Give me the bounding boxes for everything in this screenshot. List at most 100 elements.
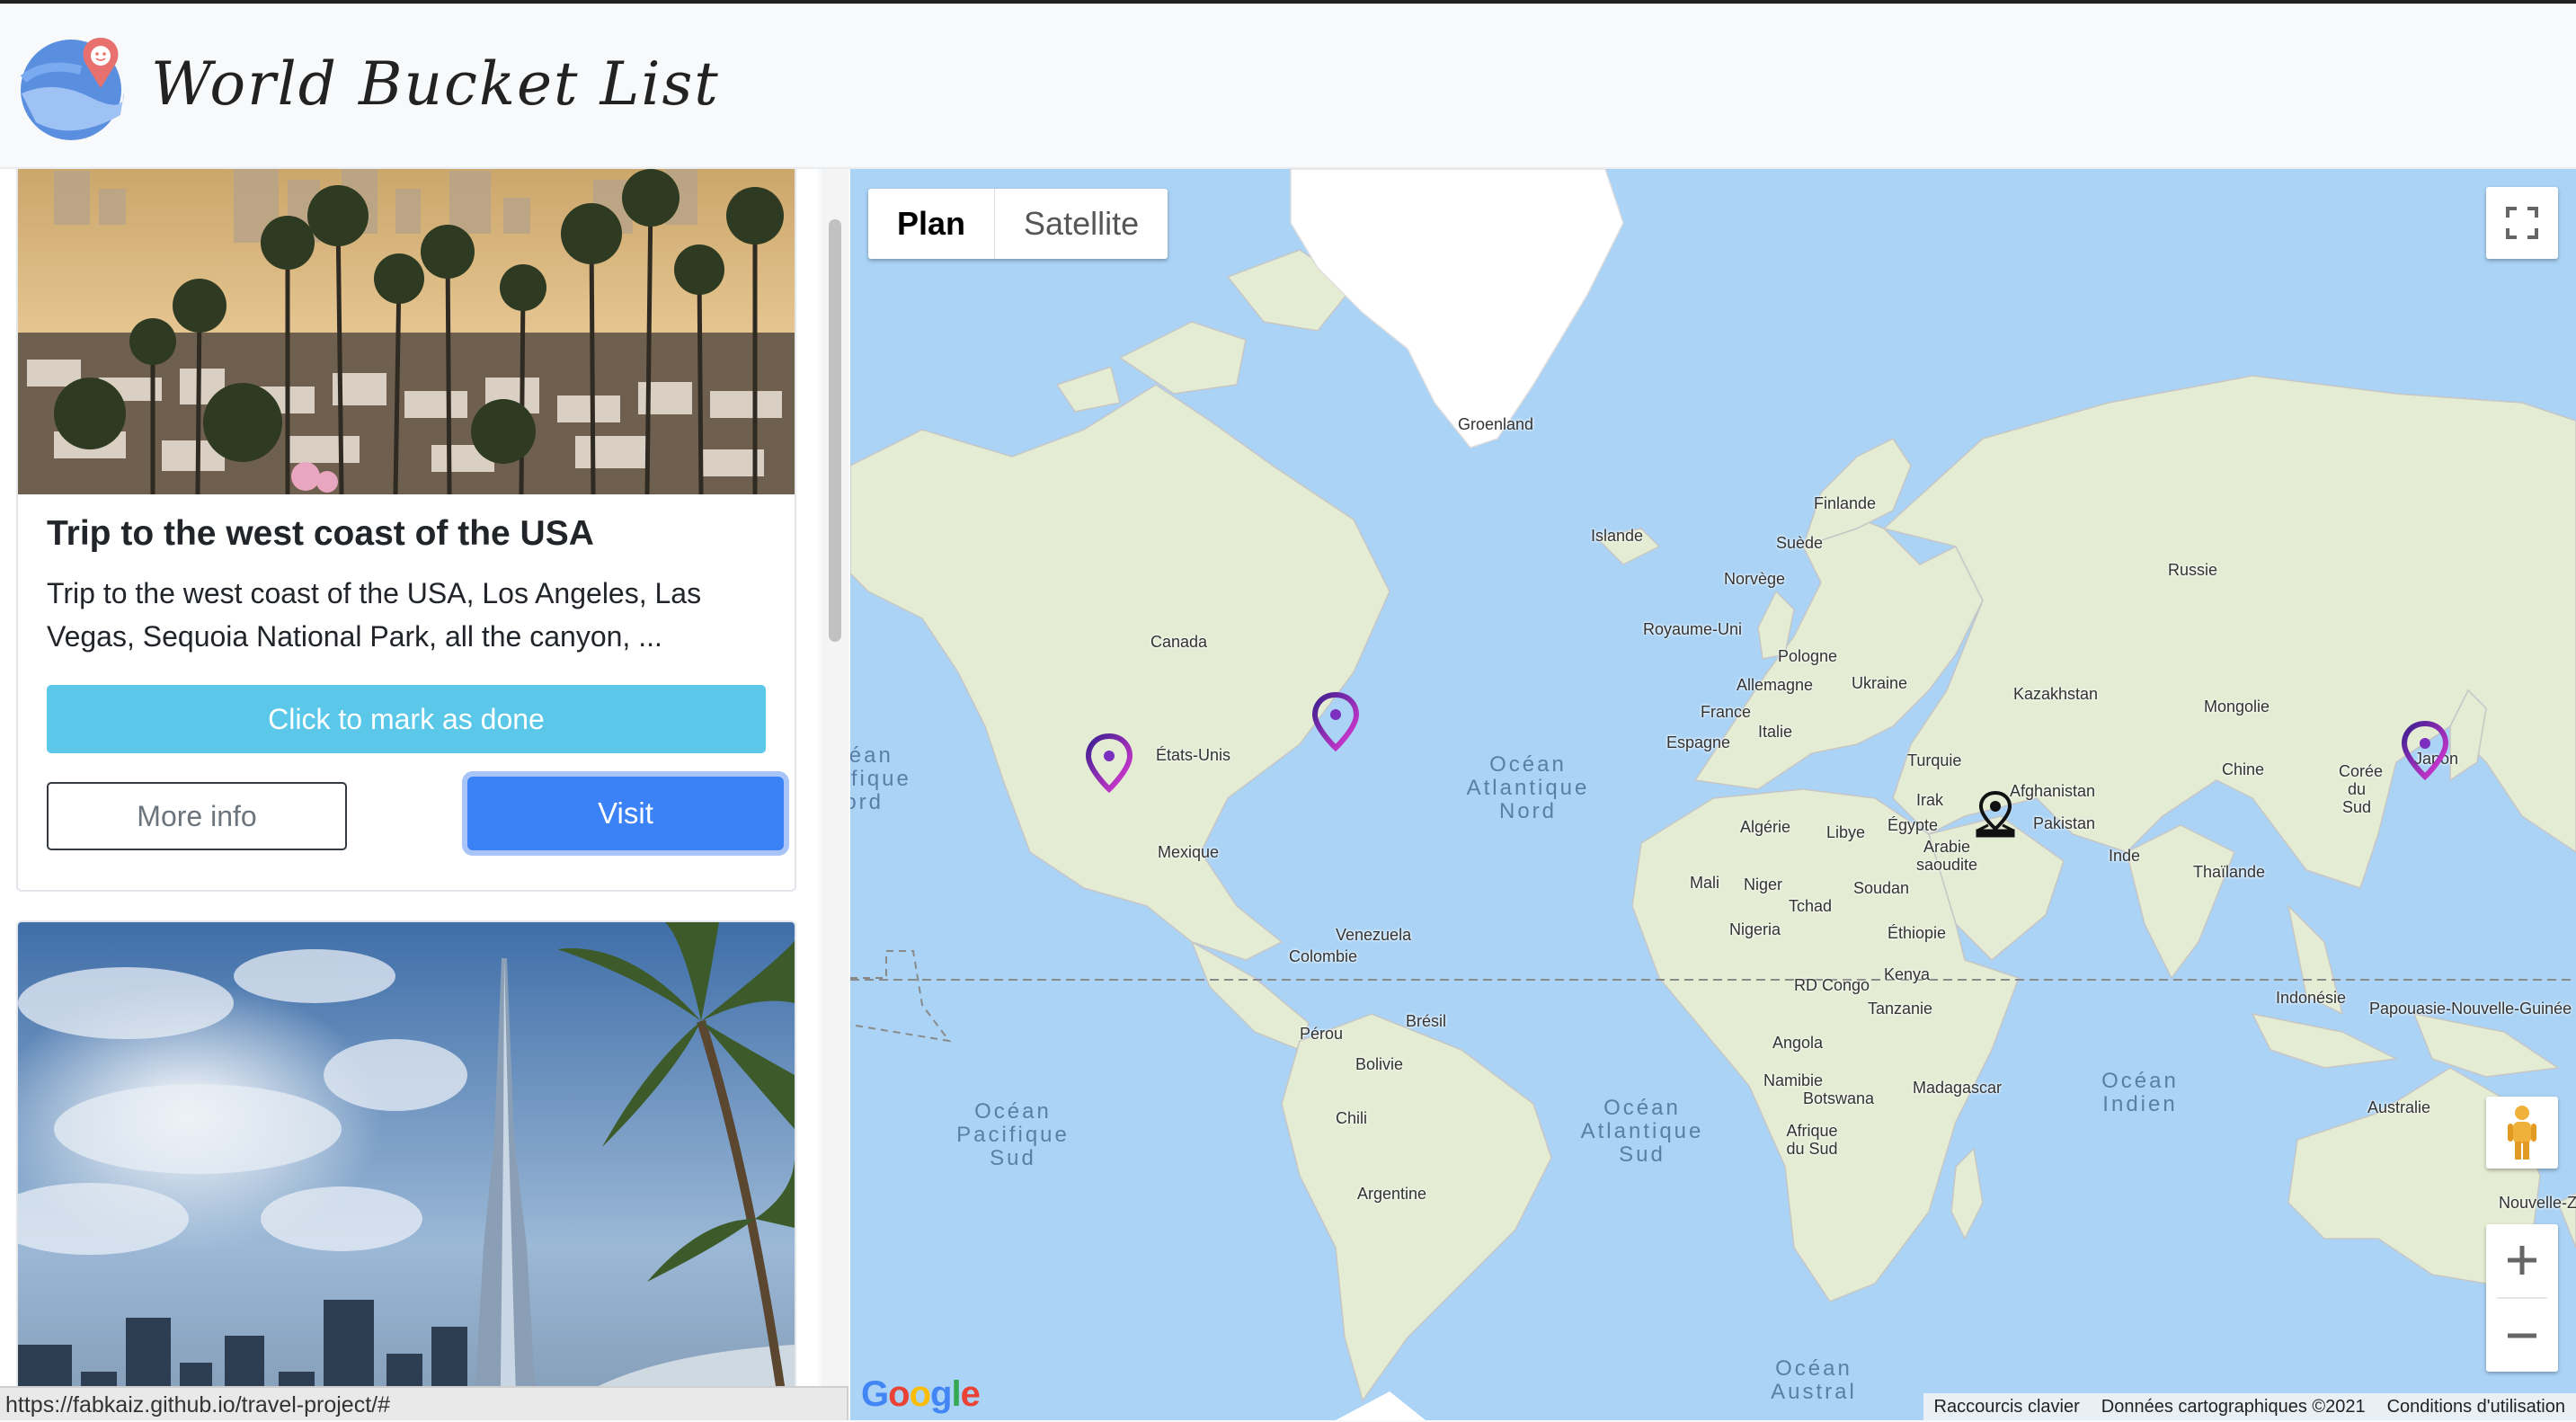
map-label-nigeria: Nigeria [1729,920,1781,938]
map-label-pakistan: Pakistan [2033,814,2096,832]
map-label-allemagne: Allemagne [1737,676,1814,694]
zoom-control [2486,1224,2558,1372]
map-label-mongolie: Mongolie [2204,698,2270,715]
map-label-ukraine: Ukraine [1852,674,1908,692]
map-label-mali: Mali [1690,874,1720,892]
street-view-button[interactable] [2486,1097,2558,1169]
fullscreen-button[interactable] [2486,187,2558,259]
visited-location-pin-icon[interactable] [1974,789,2017,840]
map-label-turquie: Turquie [1907,751,1962,769]
bucket-list-sidebar: Trip to the west coast of the USA Trip t… [0,169,818,1420]
more-info-button[interactable]: More info [47,782,347,850]
map-attribution: Raccourcis clavier Données cartographiqu… [1923,1393,2576,1420]
map-data-attribution: Données cartographiques ©2021 [2101,1397,2366,1417]
map-label-rd-congo: RD Congo [1794,976,1870,994]
zoom-in-button[interactable] [2486,1224,2558,1296]
keyboard-shortcuts-link[interactable]: Raccourcis clavier [1923,1393,2091,1420]
zoom-divider [2497,1297,2547,1299]
map-label-papouasie: Papouasie-Nouvelle-Guinée [2369,1000,2572,1018]
ocean-label-pacifique-sud: Océan Pacifique Sud [956,1099,1070,1170]
map-label-etats-unis: États-Unis [1156,746,1231,764]
trip-card-title: Trip to the west coast of the USA [47,514,594,553]
map-label-norvege: Norvège [1724,570,1786,588]
map-label-royaume-uni: Royaume-Uni [1643,620,1743,638]
map-label-afghanistan: Afghanistan [2010,782,2096,800]
map-label-irak: Irak [1916,791,1944,809]
map-label-venezuela: Venezuela [1336,926,1412,944]
map-label-bresil: Brésil [1406,1012,1447,1030]
map-label-groenland: Groenland [1458,415,1534,433]
mark-as-done-button[interactable]: Click to mark as done [47,685,766,753]
map-label-libye: Libye [1826,823,1866,841]
map-label-tanzanie: Tanzanie [1868,1000,1933,1018]
map-label-coree: Corée du Sud [2339,762,2384,816]
map-label-tchad: Tchad [1789,897,1833,915]
map-label-indonesie: Indonésie [2276,989,2347,1007]
ocean-label-indien: Océan Indien [2101,1069,2179,1116]
trip-card-description: Trip to the west coast of the USA, Los A… [47,577,702,653]
map-label-algerie: Algérie [1740,818,1791,836]
world-map[interactable]: Groenland Islande Finlande Suède Norvège… [850,169,2576,1420]
map-type-plan-button[interactable]: Plan [868,189,996,259]
map-label-nouvelle-z: Nouvelle-Z [2499,1194,2576,1212]
ocean-label-pacifique-nord: Océan Pacifique Nord [850,743,911,814]
visit-button[interactable]: Visit [467,777,784,850]
globe-pin-logo-icon[interactable] [18,34,124,140]
map-label-inde: Inde [2109,847,2141,865]
map-label-kenya: Kenya [1884,965,1931,983]
map-label-suede: Suède [1776,534,1824,552]
map-label-espagne: Espagne [1666,733,1731,751]
map-label-niger: Niger [1744,875,1783,893]
ocean-label-atlantique-sud: Océan Atlantique Sud [1580,1096,1704,1167]
map-land-layer [850,169,2576,1420]
map-label-finlande: Finlande [1814,494,1877,512]
ocean-label-atlantique-nord: Océan Atlantique Nord [1466,752,1590,823]
map-pin-icon[interactable] [1310,692,1361,751]
zoom-out-button[interactable] [2486,1300,2558,1372]
map-type-control: Plan Satellite [868,189,1168,259]
map-label-chili: Chili [1336,1109,1368,1127]
map-pin-icon[interactable] [1084,733,1134,793]
map-label-argentine: Argentine [1357,1185,1427,1203]
map-pin-icon[interactable] [2400,721,2450,780]
map-label-chine: Chine [2222,760,2265,778]
status-bar-url: https://fabkaiz.github.io/travel-project… [0,1386,848,1420]
map-label-australie: Australie [2367,1098,2431,1116]
map-label-kazakhstan: Kazakhstan [2013,685,2099,703]
map-label-islande: Islande [1591,527,1644,545]
top-navbar: World Bucket List [0,4,2576,169]
trip-card [16,920,796,1420]
map-label-france: France [1701,703,1752,721]
map-label-bolivie: Bolivie [1355,1055,1404,1073]
map-label-botswana: Botswana [1803,1089,1875,1107]
map-label-pologne: Pologne [1778,647,1838,665]
map-label-ethiopie: Éthiopie [1888,924,1947,942]
map-label-namibie: Namibie [1763,1071,1824,1089]
pegman-icon [2508,1106,2536,1160]
map-label-colombie: Colombie [1289,947,1358,965]
trip-card: Trip to the west coast of the USA Trip t… [16,169,796,892]
map-label-canada: Canada [1150,633,1208,651]
google-logo[interactable]: Google [861,1374,981,1415]
map-label-soudan: Soudan [1853,879,1910,897]
map-label-afrique-du-sud: Afrique du Sud [1786,1122,1838,1158]
map-label-egypte: Égypte [1888,816,1939,834]
sidebar-scrollbar-thumb[interactable] [829,219,841,642]
ocean-label-austral: Océan Austral [1771,1356,1857,1404]
terms-of-use-link[interactable]: Conditions d'utilisation [2376,1393,2576,1420]
trip-card-image [18,922,795,1420]
map-label-italie: Italie [1758,723,1793,741]
brand-title[interactable]: World Bucket List [151,47,720,122]
map-label-russie: Russie [2168,561,2218,579]
map-label-perou: Pérou [1300,1025,1344,1043]
plus-icon [2508,1246,2536,1275]
map-type-satellite-button[interactable]: Satellite [995,189,1168,259]
map-label-mexique: Mexique [1158,843,1220,861]
trip-card-image [18,169,795,494]
fullscreen-icon [2506,207,2538,239]
map-label-thailande: Thaïlande [2193,863,2266,881]
map-label-madagascar: Madagascar [1913,1079,2003,1097]
map-label-arabie: Arabie saoudite [1915,838,1978,874]
map-label-angola: Angola [1772,1034,1824,1052]
minus-icon [2508,1333,2536,1338]
